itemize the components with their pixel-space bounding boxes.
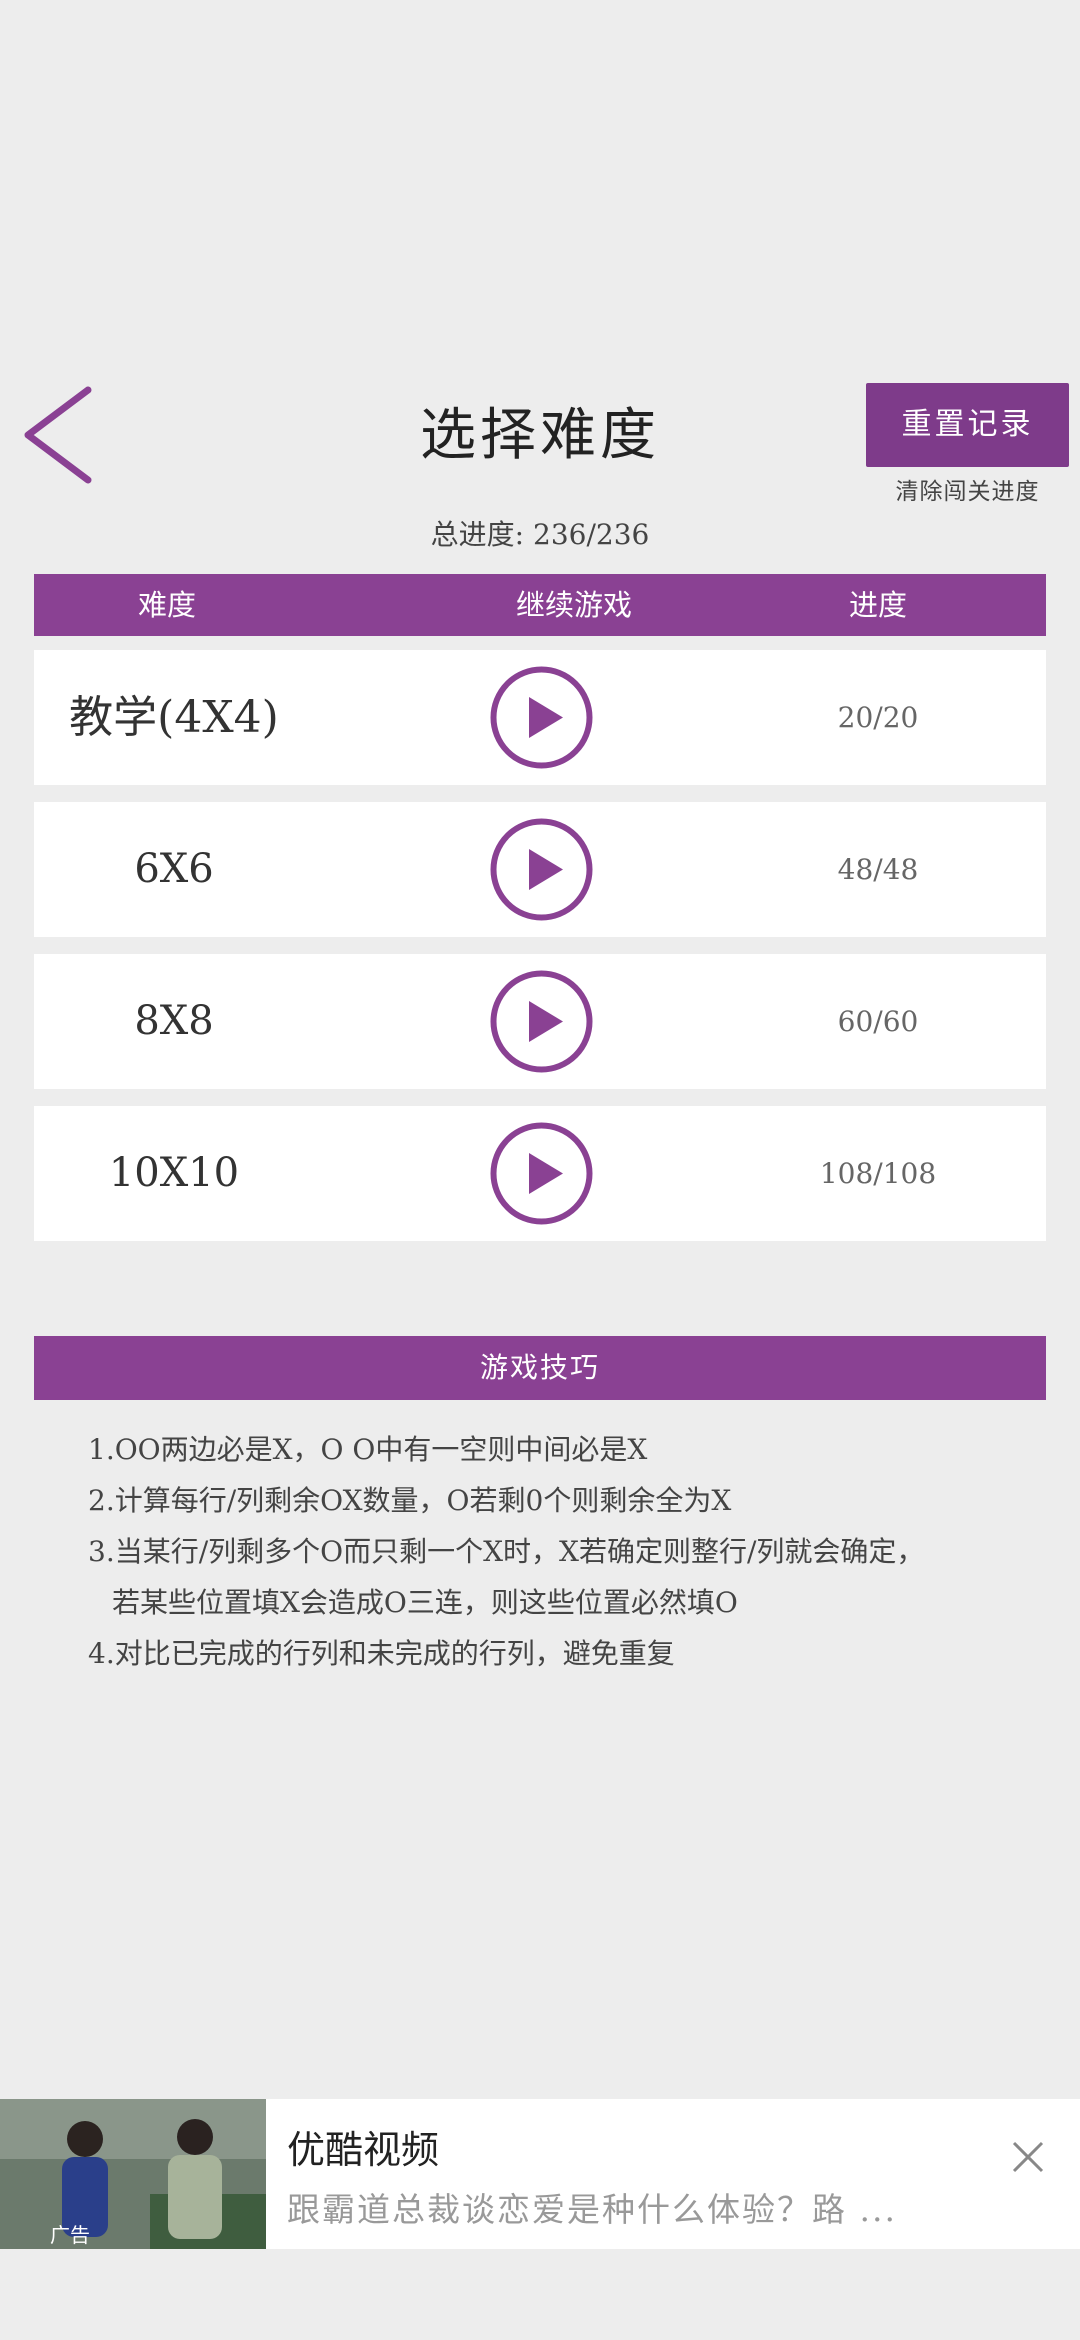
column-header-difficulty: 难度 (137, 588, 196, 622)
tip-line: 2.计算每行/列剩余OX数量，O若剩0个则剩余全为X (88, 1484, 732, 1517)
total-progress: 总进度: 236/236 (430, 518, 650, 551)
tip-line: 1.OO两边必是X，O O中有一空则中间必是X (88, 1433, 648, 1466)
ad-thumbnail-image (0, 2099, 266, 2249)
ad-thumbnail[interactable]: 广告 (0, 2099, 266, 2249)
reset-record-caption: 清除闯关进度 (895, 479, 1040, 505)
difficulty-row: 教学(4X4) 20/20 (34, 650, 1046, 785)
table-header: 难度 继续游戏 进度 (34, 574, 1046, 636)
difficulty-name: 8X8 (134, 998, 214, 1044)
difficulty-row: 6X6 48/48 (34, 802, 1046, 937)
play-button[interactable] (489, 1121, 594, 1226)
tip-line: 4.对比已完成的行列和未完成的行列，避免重复 (88, 1637, 675, 1670)
difficulty-name: 6X6 (134, 846, 214, 892)
tips-list: 1.OO两边必是X，O O中有一空则中间必是X 2.计算每行/列剩余OX数量，O… (88, 1424, 1048, 1679)
difficulty-progress: 108/108 (819, 1157, 937, 1190)
difficulty-progress: 20/20 (837, 701, 919, 734)
play-circle-icon (490, 818, 593, 921)
difficulty-progress: 60/60 (837, 1005, 919, 1038)
ad-banner[interactable]: 广告 优酷视频 跟霸道总裁谈恋爱是种什么体验？路 ... (0, 2099, 1080, 2249)
tip-line: 3.当某行/列剩多个O而只剩一个X时，X若确定则整行/列就会确定， (88, 1535, 925, 1568)
ad-label: 广告 (50, 2223, 90, 2247)
difficulty-row: 8X8 60/60 (34, 954, 1046, 1089)
reset-record-button[interactable]: 重置记录 (866, 383, 1069, 467)
play-circle-icon (490, 1122, 593, 1225)
play-button[interactable] (489, 969, 594, 1074)
play-circle-icon (490, 666, 593, 769)
close-icon[interactable] (1010, 2139, 1046, 2175)
difficulty-name: 10X10 (108, 1150, 240, 1196)
tip-line: 若某些位置填X会造成O三连，则这些位置必然填O (112, 1586, 738, 1619)
play-circle-icon (490, 970, 593, 1073)
column-header-progress: 进度 (848, 588, 907, 622)
difficulty-name: 教学(4X4) (69, 692, 279, 743)
difficulty-row: 10X10 108/108 (34, 1106, 1046, 1241)
ad-description: 跟霸道总裁谈恋爱是种什么体验？路 ... (287, 2190, 897, 2229)
play-button[interactable] (489, 665, 594, 770)
play-button[interactable] (489, 817, 594, 922)
tips-heading: 游戏技巧 (34, 1336, 1046, 1400)
difficulty-progress: 48/48 (837, 853, 919, 886)
ad-title: 优酷视频 (287, 2128, 440, 2172)
